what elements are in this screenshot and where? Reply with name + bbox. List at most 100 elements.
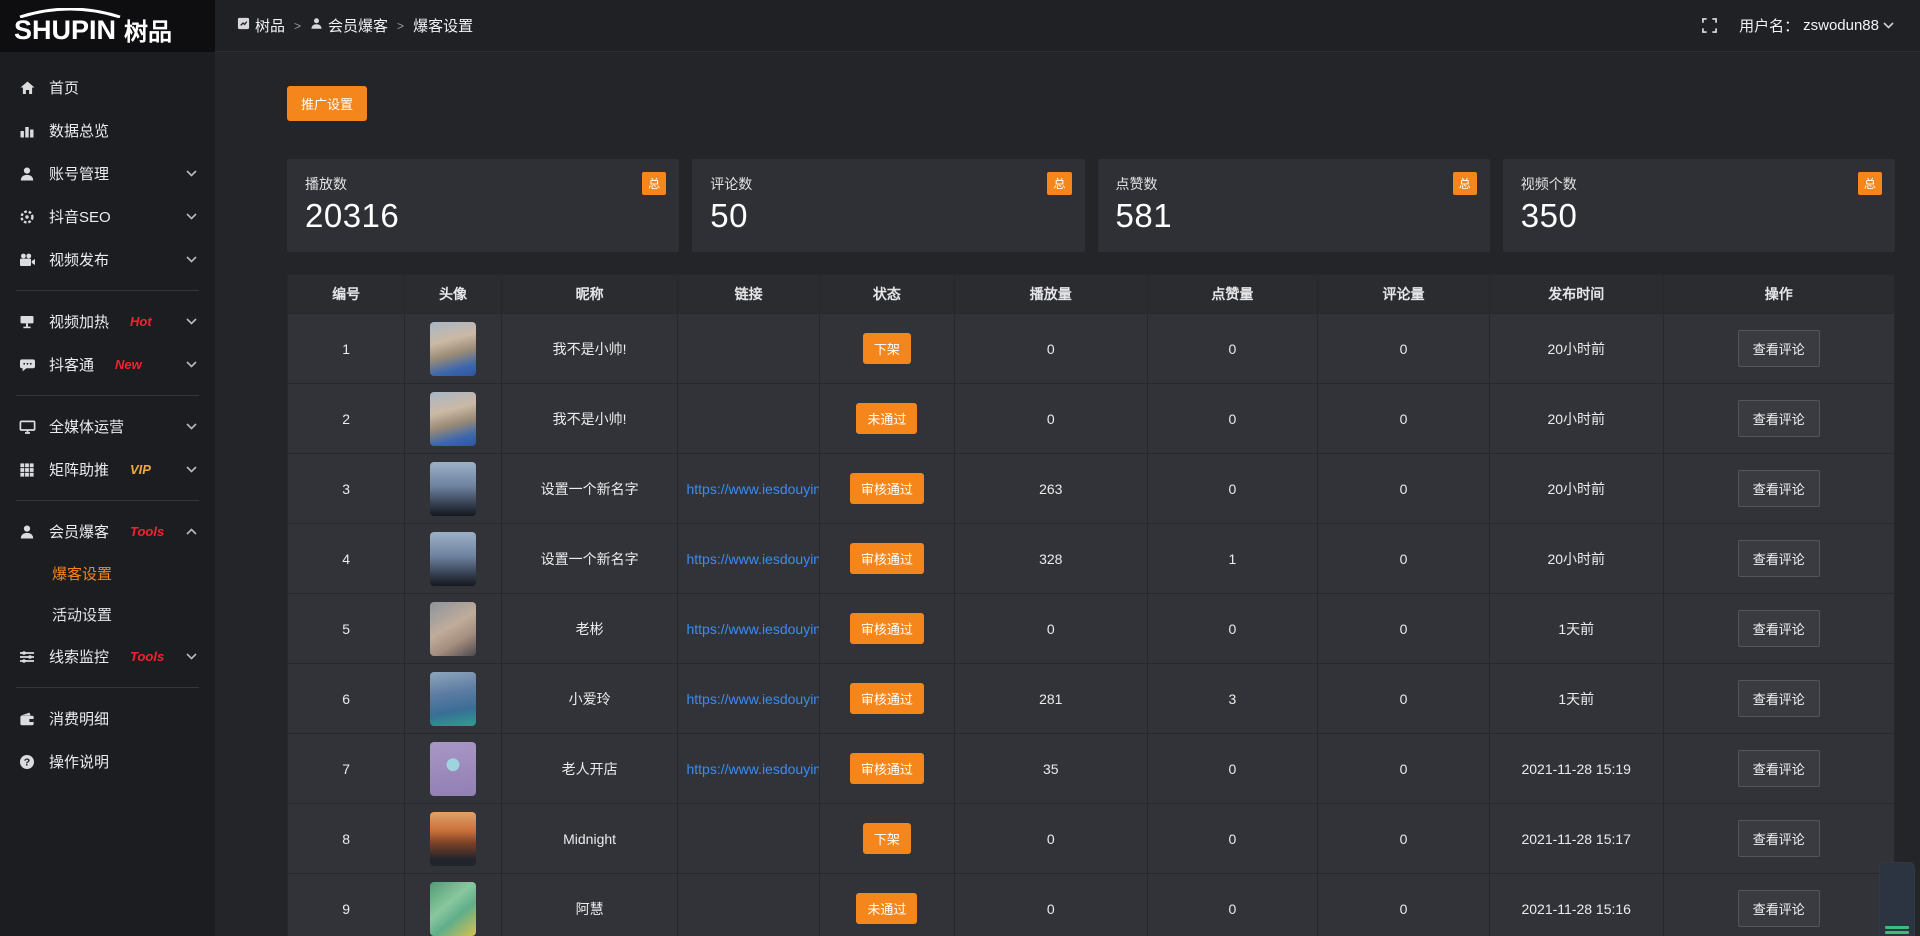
cell-likes: 0 xyxy=(1147,734,1317,804)
view-comments-button[interactable]: 查看评论 xyxy=(1738,820,1820,857)
avatar xyxy=(430,462,476,516)
view-comments-button[interactable]: 查看评论 xyxy=(1738,330,1820,367)
sidebar-item-badge: Tools xyxy=(130,649,164,664)
video-table-wrap: 编号头像昵称链接状态播放量点赞量评论量发布时间操作 1我不是小帅!下架00020… xyxy=(287,274,1895,936)
username-value: zswodun88 xyxy=(1803,17,1879,34)
cell-avatar xyxy=(405,314,501,384)
sidebar-item-badge: New xyxy=(115,357,142,372)
video-icon xyxy=(18,252,36,268)
table-header-row: 编号头像昵称链接状态播放量点赞量评论量发布时间操作 xyxy=(288,275,1895,314)
breadcrumb-item-0[interactable]: 树品 xyxy=(237,15,285,36)
column-header-0: 编号 xyxy=(288,275,405,314)
sidebar-subitem-12-1[interactable]: 活动设置 xyxy=(0,594,215,635)
sidebar-item-0[interactable]: 首页 xyxy=(0,66,215,109)
cell-time: 20小时前 xyxy=(1489,384,1663,454)
sidebar-item-12[interactable]: 会员爆客Tools xyxy=(0,510,215,553)
chevron-down-icon xyxy=(186,361,197,368)
table-row: 5老彬https://www.iesdouyin.c审核通过0001天前查看评论 xyxy=(288,594,1895,664)
avatar xyxy=(430,742,476,796)
video-link[interactable]: https://www.iesdouyin.c xyxy=(678,761,818,777)
video-link[interactable]: https://www.iesdouyin.c xyxy=(678,691,818,707)
sidebar-item-9[interactable]: 全媒体运营 xyxy=(0,405,215,448)
breadcrumb-label: 爆客设置 xyxy=(413,15,473,36)
cell-time: 20小时前 xyxy=(1489,454,1663,524)
table-row: 8Midnight下架0002021-11-28 15:17查看评论 xyxy=(288,804,1895,874)
cell-status: 下架 xyxy=(819,314,954,384)
chevron-down-icon xyxy=(186,318,197,325)
sidebar-item-2[interactable]: 账号管理 xyxy=(0,152,215,195)
cell-action: 查看评论 xyxy=(1663,594,1895,664)
view-comments-button[interactable]: 查看评论 xyxy=(1738,400,1820,437)
fullscreen-icon[interactable] xyxy=(1702,18,1717,33)
cell-link: https://www.iesdouyin.c xyxy=(678,664,819,734)
view-comments-button[interactable]: 查看评论 xyxy=(1738,610,1820,647)
column-header-4: 状态 xyxy=(819,275,954,314)
cell-avatar xyxy=(405,874,501,936)
stat-value: 20316 xyxy=(305,197,661,235)
video-link[interactable]: https://www.iesdouyin.c xyxy=(678,621,818,637)
video-link[interactable]: https://www.iesdouyin.c xyxy=(678,551,818,567)
cell-id: 1 xyxy=(288,314,405,384)
floating-support-widget[interactable] xyxy=(1879,862,1915,936)
sidebar-item-15[interactable]: 消费明细 xyxy=(0,697,215,740)
status-badge: 审核通过 xyxy=(850,683,924,714)
view-comments-button[interactable]: 查看评论 xyxy=(1738,750,1820,787)
sidebar-item-7[interactable]: 抖客通New xyxy=(0,343,215,386)
view-comments-button[interactable]: 查看评论 xyxy=(1738,890,1820,927)
breadcrumb: 树品>会员爆客>爆客设置 xyxy=(237,15,473,36)
cell-plays: 328 xyxy=(954,524,1147,594)
column-header-5: 播放量 xyxy=(954,275,1147,314)
member-icon xyxy=(310,17,323,34)
table-row: 3设置一个新名字https://www.iesdouyin.c审核通过26300… xyxy=(288,454,1895,524)
cell-time: 2021-11-28 15:16 xyxy=(1489,874,1663,936)
breadcrumb-separator: > xyxy=(294,19,301,33)
wallet-icon xyxy=(18,711,36,727)
view-comments-button[interactable]: 查看评论 xyxy=(1738,540,1820,577)
logo-text-cn: 树品 xyxy=(124,6,172,47)
cell-likes: 1 xyxy=(1147,524,1317,594)
video-link[interactable]: https://www.iesdouyin.c xyxy=(678,481,818,497)
view-comments-button[interactable]: 查看评论 xyxy=(1738,470,1820,507)
stat-value: 350 xyxy=(1521,197,1877,235)
cell-action: 查看评论 xyxy=(1663,314,1895,384)
cell-comments: 0 xyxy=(1318,734,1490,804)
cell-status: 未通过 xyxy=(819,874,954,936)
cell-nickname: 老彬 xyxy=(501,594,678,664)
cell-nickname: 阿慧 xyxy=(501,874,678,936)
table-row: 9阿慧未通过0002021-11-28 15:16查看评论 xyxy=(288,874,1895,936)
breadcrumb-item-1[interactable]: 会员爆客 xyxy=(310,15,388,36)
status-badge: 下架 xyxy=(863,823,911,854)
sidebar-item-4[interactable]: 视频发布 xyxy=(0,238,215,281)
sidebar-item-10[interactable]: 矩阵助推VIP xyxy=(0,448,215,491)
sidebar-item-6[interactable]: 视频加热Hot xyxy=(0,300,215,343)
column-header-9: 操作 xyxy=(1663,275,1895,314)
cell-nickname: Midnight xyxy=(501,804,678,874)
cell-likes: 0 xyxy=(1147,804,1317,874)
sidebar-item-16[interactable]: ?操作说明 xyxy=(0,740,215,783)
view-comments-button[interactable]: 查看评论 xyxy=(1738,680,1820,717)
sidebar-item-3[interactable]: 抖音SEO xyxy=(0,195,215,238)
cell-plays: 0 xyxy=(954,594,1147,664)
sidebar-item-label: 数据总览 xyxy=(49,120,109,141)
column-header-3: 链接 xyxy=(678,275,819,314)
cell-action: 查看评论 xyxy=(1663,664,1895,734)
user-menu[interactable]: 用户名： zswodun88 xyxy=(1739,15,1894,36)
cell-id: 5 xyxy=(288,594,405,664)
cell-avatar xyxy=(405,734,501,804)
breadcrumb-item-2: 爆客设置 xyxy=(413,15,473,36)
avatar xyxy=(430,602,476,656)
sidebar-item-label: 线索监控 xyxy=(49,646,109,667)
cell-time: 1天前 xyxy=(1489,664,1663,734)
cell-id: 4 xyxy=(288,524,405,594)
sidebar-item-1[interactable]: 数据总览 xyxy=(0,109,215,152)
promo-settings-button[interactable]: 推广设置 xyxy=(287,86,367,121)
user-icon xyxy=(18,166,36,182)
logo-arc-icon xyxy=(16,8,124,18)
sidebar-subitem-12-0[interactable]: 爆客设置 xyxy=(0,553,215,594)
cell-comments: 0 xyxy=(1318,454,1490,524)
stat-total-badge: 总 xyxy=(1047,172,1071,195)
status-badge: 审核通过 xyxy=(850,753,924,784)
cell-plays: 0 xyxy=(954,874,1147,936)
cell-time: 20小时前 xyxy=(1489,314,1663,384)
sidebar-item-13[interactable]: 线索监控 Tools xyxy=(0,635,215,678)
